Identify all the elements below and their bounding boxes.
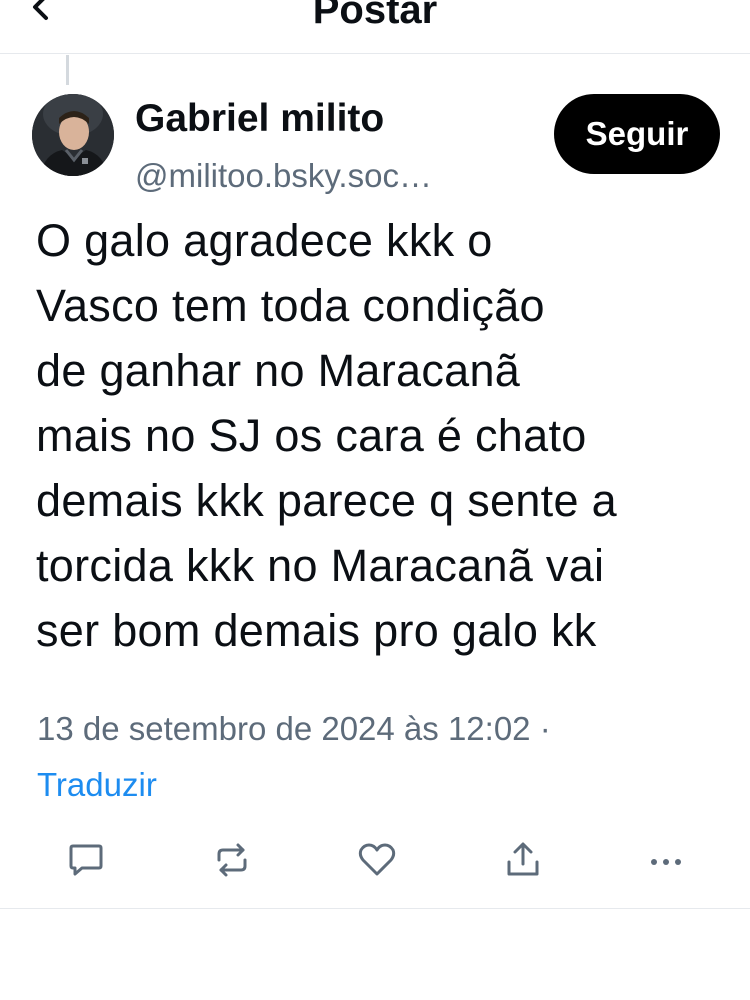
more-options-button[interactable] (641, 835, 691, 885)
divider (0, 908, 750, 909)
share-icon (507, 842, 539, 876)
post-thread-screen: Postar Gabriel milito @militoo.bsky.soc…… (0, 0, 750, 1000)
author-handle[interactable]: @militoo.bsky.soc… (135, 156, 495, 196)
repost-icon (217, 843, 247, 877)
avatar[interactable] (32, 94, 114, 176)
more-icon (651, 859, 681, 865)
post-timestamp: 13 de setembro de 2024 às 12:02 · (37, 710, 551, 747)
like-button[interactable] (352, 835, 402, 885)
translate-link[interactable]: Traduzir (37, 764, 157, 806)
user-avatar-image (32, 94, 114, 176)
post-text: O galo agradece kkk o Vasco tem toda con… (36, 215, 617, 656)
page-title: Postar (312, 0, 438, 32)
repost-button[interactable] (207, 835, 257, 885)
like-icon (358, 843, 396, 876)
reply-icon (69, 844, 103, 876)
post-actions-bar (0, 835, 750, 885)
reply-button[interactable] (61, 835, 111, 885)
share-button[interactable] (498, 835, 548, 885)
author-name[interactable]: Gabriel milito (135, 96, 384, 142)
top-bar: Postar (0, 0, 750, 54)
thread-connector-line (66, 55, 69, 85)
follow-button[interactable]: Seguir (554, 94, 720, 174)
